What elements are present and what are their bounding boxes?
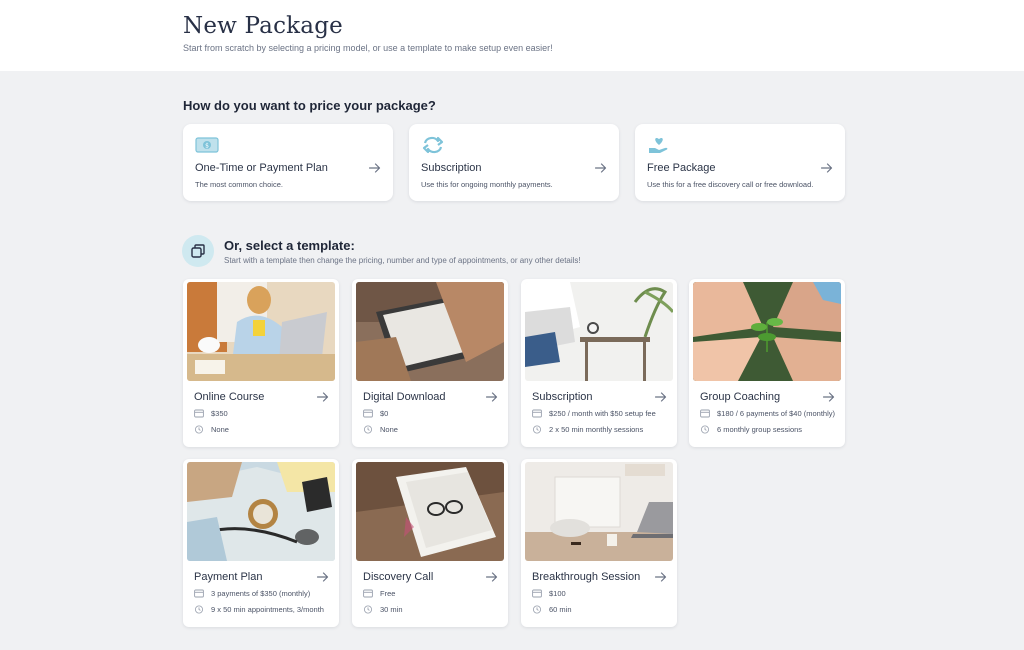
- template-name: Payment Plan: [194, 571, 263, 583]
- template-name: Breakthrough Session: [532, 571, 641, 583]
- pricing-option-free[interactable]: Free Package Use this for a free discove…: [635, 124, 845, 201]
- template-card-digital-download[interactable]: Digital Download $0 None: [352, 279, 508, 447]
- pricing-heading: How do you want to price your package?: [183, 98, 436, 113]
- templates-heading: Or, select a template:: [224, 238, 355, 253]
- template-price: $100: [532, 589, 566, 598]
- template-sessions: 30 min: [363, 605, 403, 614]
- credit-card-icon: [363, 589, 373, 598]
- pricing-option-desc: Use this for a free discovery call or fr…: [647, 180, 814, 189]
- arrow-right-icon: [823, 392, 835, 402]
- template-card-payment-plan[interactable]: Payment Plan 3 payments of $350 (monthly…: [183, 459, 339, 627]
- copy-icon: [191, 244, 205, 258]
- credit-card-icon: [194, 589, 204, 598]
- page-header: New Package Start from scratch by select…: [0, 0, 1024, 71]
- credit-card-icon: [700, 409, 710, 418]
- template-sessions: 6 monthly group sessions: [700, 425, 802, 434]
- arrow-right-icon: [486, 572, 498, 582]
- template-badge: [182, 235, 214, 267]
- templates-subtitle: Start with a template then change the pr…: [224, 256, 581, 265]
- template-image: [693, 282, 841, 381]
- credit-card-icon: [532, 409, 542, 418]
- arrow-right-icon: [821, 163, 833, 173]
- recurring-icon: [422, 136, 444, 154]
- template-sessions: 2 x 50 min monthly sessions: [532, 425, 643, 434]
- template-image: [187, 282, 335, 381]
- money-icon: $: [195, 137, 219, 153]
- heart-hand-icon: [649, 137, 668, 153]
- arrow-right-icon: [655, 572, 667, 582]
- template-price: $0: [363, 409, 388, 418]
- template-sessions: 60 min: [532, 605, 572, 614]
- pricing-option-desc: Use this for ongoing monthly payments.: [421, 180, 553, 189]
- pricing-option-title: Free Package: [647, 162, 716, 174]
- clock-icon: [194, 425, 204, 434]
- template-image: [356, 282, 504, 381]
- template-sessions: None: [194, 425, 229, 434]
- arrow-right-icon: [317, 572, 329, 582]
- template-name: Subscription: [532, 391, 593, 403]
- template-price: $350: [194, 409, 228, 418]
- credit-card-icon: [532, 589, 542, 598]
- page-title: New Package: [183, 13, 343, 39]
- template-card-group-coaching[interactable]: Group Coaching $180 / 6 payments of $40 …: [689, 279, 845, 447]
- template-image: [187, 462, 335, 561]
- template-name: Group Coaching: [700, 391, 781, 403]
- clock-icon: [700, 425, 710, 434]
- clock-icon: [363, 425, 373, 434]
- template-sessions: 9 x 50 min appointments, 3/month: [194, 605, 324, 614]
- template-name: Discovery Call: [363, 571, 434, 583]
- template-image: [525, 462, 673, 561]
- clock-icon: [532, 425, 542, 434]
- page-subtitle: Start from scratch by selecting a pricin…: [183, 43, 553, 53]
- template-name: Digital Download: [363, 391, 446, 403]
- template-card-subscription[interactable]: Subscription $250 / month with $50 setup…: [521, 279, 677, 447]
- clock-icon: [194, 605, 204, 614]
- arrow-right-icon: [655, 392, 667, 402]
- arrow-right-icon: [317, 392, 329, 402]
- template-price: Free: [363, 589, 395, 598]
- pricing-option-title: One-Time or Payment Plan: [195, 162, 328, 174]
- template-image: [356, 462, 504, 561]
- pricing-option-subscription[interactable]: Subscription Use this for ongoing monthl…: [409, 124, 619, 201]
- template-card-discovery-call[interactable]: Discovery Call Free 30 min: [352, 459, 508, 627]
- credit-card-icon: [194, 409, 204, 418]
- clock-icon: [532, 605, 542, 614]
- credit-card-icon: [363, 409, 373, 418]
- template-card-online-course[interactable]: Online Course $350 None: [183, 279, 339, 447]
- svg-text:$: $: [205, 143, 209, 150]
- pricing-option-one-time[interactable]: $ One-Time or Payment Plan The most comm…: [183, 124, 393, 201]
- template-sessions: None: [363, 425, 398, 434]
- pricing-option-title: Subscription: [421, 162, 482, 174]
- arrow-right-icon: [486, 392, 498, 402]
- template-name: Online Course: [194, 391, 265, 403]
- template-image: [525, 282, 673, 381]
- template-card-breakthrough-session[interactable]: Breakthrough Session $100 60 min: [521, 459, 677, 627]
- arrow-right-icon: [595, 163, 607, 173]
- pricing-option-desc: The most common choice.: [195, 180, 283, 189]
- clock-icon: [363, 605, 373, 614]
- template-price: 3 payments of $350 (monthly): [194, 589, 310, 598]
- template-price: $250 / month with $50 setup fee: [532, 409, 656, 418]
- arrow-right-icon: [369, 163, 381, 173]
- template-price: $180 / 6 payments of $40 (monthly): [700, 409, 835, 418]
